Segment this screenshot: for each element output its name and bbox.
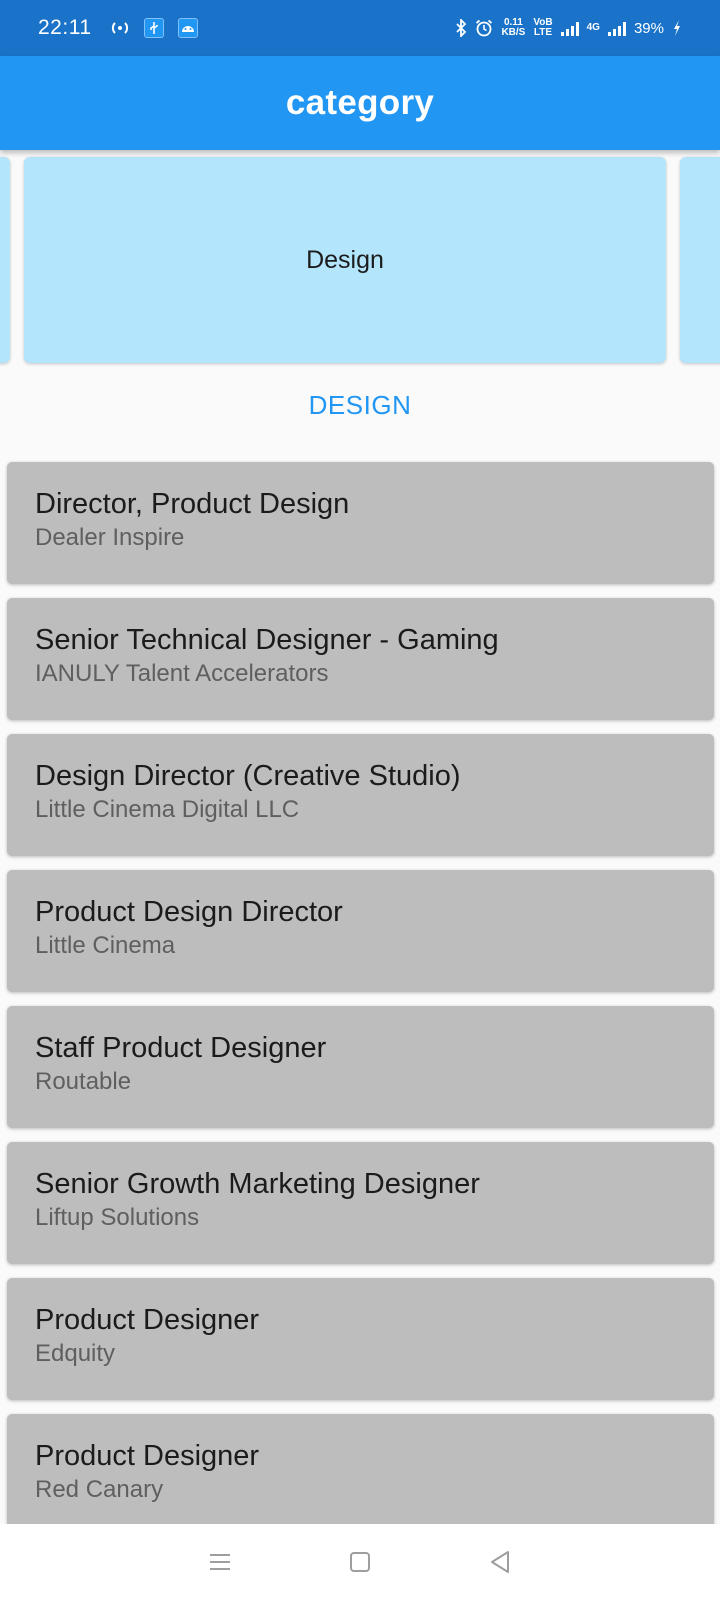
job-title: Director, Product Design [35, 488, 350, 520]
menu-icon[interactable] [200, 1542, 240, 1582]
job-title: Product Designer [35, 1304, 260, 1336]
home-icon[interactable] [340, 1542, 380, 1582]
job-card[interactable]: Product Designer Red Canary [7, 1414, 714, 1536]
data-speed-unit: KB/S [501, 27, 526, 38]
job-card[interactable]: Senior Technical Designer - Gaming IANUL… [7, 598, 714, 720]
job-title: Senior Growth Marketing Designer [35, 1168, 480, 1200]
back-icon[interactable] [480, 1542, 520, 1582]
job-title: Senior Technical Designer - Gaming [35, 624, 499, 656]
signal-icon [560, 20, 579, 36]
status-left: 22:11 [38, 16, 198, 40]
hotspot-icon [110, 20, 130, 36]
job-company: Red Canary [35, 1476, 164, 1503]
job-title: Staff Product Designer [35, 1032, 327, 1064]
job-title: Design Director (Creative Studio) [35, 760, 461, 792]
job-title: Product Design Director [35, 896, 343, 928]
volte-indicator: VoB LTE [533, 18, 552, 38]
status-right: 0.11 KB/S VoB LTE 4G 39% [455, 18, 682, 38]
status-bar: 22:11 0.11 KB/S VoB LTE 4G 39% [0, 0, 720, 56]
job-company: Liftup Solutions [35, 1204, 200, 1231]
android-icon [177, 18, 198, 38]
category-card-current[interactable]: Design [24, 157, 666, 363]
category-card-previous[interactable] [0, 157, 10, 363]
category-card-next[interactable] [680, 157, 720, 363]
job-card[interactable]: Design Director (Creative Studio) Little… [7, 734, 714, 856]
category-carousel[interactable]: Design [0, 157, 720, 363]
system-nav-bar [0, 1524, 720, 1600]
job-company: IANULY Talent Accelerators [35, 660, 329, 687]
job-card[interactable]: Senior Growth Marketing Designer Liftup … [7, 1142, 714, 1264]
charging-icon [672, 19, 682, 37]
job-company: Little Cinema Digital LLC [35, 796, 300, 823]
data-speed: 0.11 KB/S [501, 18, 525, 38]
page-title: category [285, 83, 435, 122]
volte-bottom: LTE [533, 27, 553, 38]
network-type: 4G [586, 22, 600, 33]
signal-icon-2 [607, 20, 626, 36]
bluetooth-icon [455, 19, 467, 37]
job-title: Product Designer [35, 1440, 260, 1472]
battery-level: 39% [633, 19, 664, 37]
job-card[interactable]: Staff Product Designer Routable [7, 1006, 714, 1128]
job-card[interactable]: Product Designer Edquity [7, 1278, 714, 1400]
job-card[interactable]: Product Design Director Little Cinema [7, 870, 714, 992]
job-card[interactable]: Director, Product Design Dealer Inspire [7, 462, 714, 584]
job-company: Edquity [35, 1340, 116, 1367]
app-bar: category [0, 56, 720, 150]
usb-icon [143, 18, 164, 38]
category-card-label: Design [306, 245, 384, 274]
alarm-icon [475, 19, 493, 37]
job-company: Little Cinema [35, 932, 176, 959]
job-company: Routable [35, 1068, 132, 1095]
job-list: Director, Product Design Dealer Inspire … [7, 462, 714, 1550]
job-company: Dealer Inspire [35, 524, 185, 551]
section-heading: DESIGN [308, 390, 412, 420]
screen: 22:11 0.11 KB/S VoB LTE 4G 39% category … [0, 0, 720, 1600]
status-time: 22:11 [38, 16, 92, 39]
